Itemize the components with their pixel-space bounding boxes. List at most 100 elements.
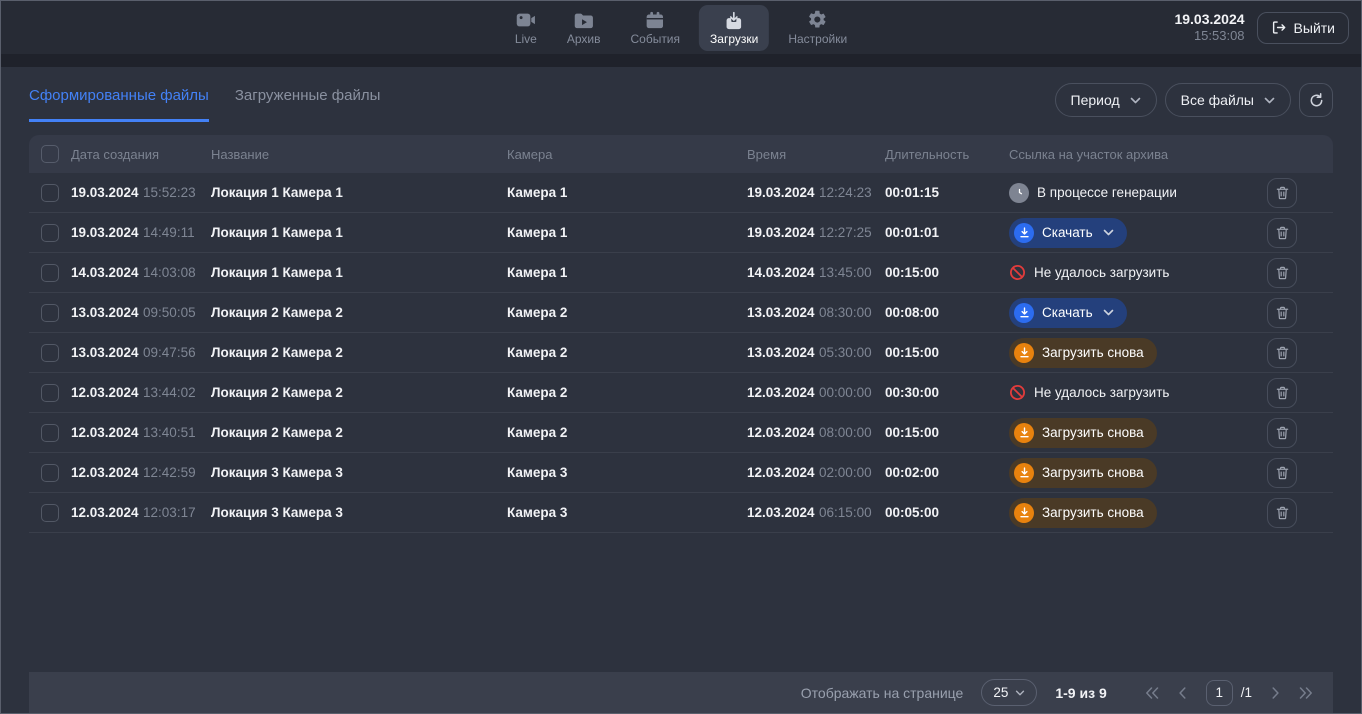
status-label: Не удалось загрузить <box>1034 265 1169 280</box>
refresh-button[interactable] <box>1299 83 1333 117</box>
table-header-row: Дата создания Название Камера Время Длит… <box>29 135 1333 173</box>
trash-icon <box>1275 385 1290 401</box>
created-cell: 13.03.2024 09:47:56 <box>71 344 211 362</box>
delete-button[interactable] <box>1267 498 1297 528</box>
trash-icon <box>1275 465 1290 481</box>
retry-download-button[interactable]: Загрузить снова <box>1009 458 1157 488</box>
table-row: 12.03.2024 13:40:51Локация 2 Камера 2Кам… <box>29 413 1333 453</box>
clock: 19.03.2024 15:53:08 <box>1174 11 1244 45</box>
nav-item-events[interactable]: События <box>619 5 691 51</box>
row-checkbox[interactable] <box>41 224 59 242</box>
row-checkbox[interactable] <box>41 424 59 442</box>
retry-download-button[interactable]: Загрузить снова <box>1009 498 1157 528</box>
archive-link-cell: Не удалось загрузить <box>1009 264 1263 281</box>
row-checkbox[interactable] <box>41 464 59 482</box>
time-cell: 19.03.2024 12:24:23 <box>747 184 885 202</box>
delete-button[interactable] <box>1267 458 1297 488</box>
duration-cell: 00:05:00 <box>885 505 1009 520</box>
delete-button[interactable] <box>1267 338 1297 368</box>
nav-item-live[interactable]: Live <box>504 5 548 51</box>
file-name-cell: Локация 1 Камера 1 <box>211 265 507 280</box>
current-date: 19.03.2024 <box>1174 11 1244 29</box>
current-page-input[interactable]: 1 <box>1206 680 1233 706</box>
delete-button[interactable] <box>1267 178 1297 208</box>
row-checkbox[interactable] <box>41 304 59 322</box>
time-cell: 13.03.2024 08:30:00 <box>747 304 885 322</box>
tab-generated-files[interactable]: Сформированные файлы <box>29 83 209 122</box>
archive-link-cell: Загрузить снова <box>1009 458 1263 488</box>
delete-button[interactable] <box>1267 298 1297 328</box>
archive-link-cell: Загрузить снова <box>1009 498 1263 528</box>
file-name-cell: Локация 1 Камера 1 <box>211 225 507 240</box>
period-filter-button[interactable]: Период <box>1055 83 1157 117</box>
file-name-cell: Локация 3 Камера 3 <box>211 505 507 520</box>
first-page-button[interactable] <box>1145 687 1159 699</box>
delete-button[interactable] <box>1267 218 1297 248</box>
table-body: 19.03.2024 15:52:23Локация 1 Камера 1Кам… <box>29 173 1333 533</box>
row-checkbox[interactable] <box>41 264 59 282</box>
created-cell: 12.03.2024 12:03:17 <box>71 504 211 522</box>
nav-item-settings[interactable]: Настройки <box>777 4 858 51</box>
nav-item-label: Live <box>515 32 537 46</box>
row-checkbox[interactable] <box>41 344 59 362</box>
download-icon <box>1014 343 1034 363</box>
status-failed: Не удалось загрузить <box>1009 384 1263 401</box>
table-row: 13.03.2024 09:47:56Локация 2 Камера 2Кам… <box>29 333 1333 373</box>
trash-icon <box>1275 185 1290 201</box>
file-name-cell: Локация 1 Камера 1 <box>211 185 507 200</box>
last-page-button[interactable] <box>1299 687 1313 699</box>
camera-cell: Камера 3 <box>507 465 747 480</box>
archive-icon <box>573 10 595 30</box>
camera-cell: Камера 3 <box>507 505 747 520</box>
column-header-name: Название <box>211 147 507 162</box>
status-label: В процессе генерации <box>1037 185 1177 200</box>
table-row: 14.03.2024 14:03:08Локация 1 Камера 1Кам… <box>29 253 1333 293</box>
chevron-down-icon <box>1103 309 1114 316</box>
archive-link-cell: Загрузить снова <box>1009 338 1263 368</box>
created-cell: 12.03.2024 13:40:51 <box>71 424 211 442</box>
delete-button[interactable] <box>1267 258 1297 288</box>
nav-item-label: Загрузки <box>710 32 758 46</box>
trash-icon <box>1275 345 1290 361</box>
delete-button[interactable] <box>1267 418 1297 448</box>
rows-range-label: 1-9 из 9 <box>1055 685 1106 701</box>
next-page-button[interactable] <box>1269 687 1282 699</box>
tabs: Сформированные файлы Загруженные файлы <box>29 83 406 122</box>
table-row: 19.03.2024 15:52:23Локация 1 Камера 1Кам… <box>29 173 1333 213</box>
row-checkbox[interactable] <box>41 504 59 522</box>
per-page-select[interactable]: 25 <box>981 679 1037 706</box>
file-type-filter-button[interactable]: Все файлы <box>1165 83 1291 117</box>
clock-icon <box>1009 183 1029 203</box>
nav-item-archive[interactable]: Архив <box>556 5 612 51</box>
status-failed: Не удалось загрузить <box>1009 264 1263 281</box>
select-all-checkbox[interactable] <box>41 145 59 163</box>
duration-cell: 00:15:00 <box>885 265 1009 280</box>
file-name-cell: Локация 2 Камера 2 <box>211 345 507 360</box>
camera-cell: Камера 1 <box>507 225 747 240</box>
status-label: Не удалось загрузить <box>1034 385 1169 400</box>
created-cell: 12.03.2024 12:42:59 <box>71 464 211 482</box>
main-content: Сформированные файлы Загруженные файлы Пе… <box>1 83 1361 533</box>
archive-link-cell: Загрузить снова <box>1009 418 1263 448</box>
gear-icon <box>807 9 828 30</box>
time-cell: 12.03.2024 08:00:00 <box>747 424 885 442</box>
created-cell: 19.03.2024 15:52:23 <box>71 184 211 202</box>
camera-cell: Камера 1 <box>507 185 747 200</box>
retry-download-button[interactable]: Загрузить снова <box>1009 418 1157 448</box>
download-icon <box>1014 223 1034 243</box>
logout-button[interactable]: Выйти <box>1257 12 1349 44</box>
column-header-camera: Камера <box>507 147 747 162</box>
column-header-created: Дата создания <box>71 147 211 162</box>
total-pages-label: /1 <box>1241 685 1252 700</box>
prev-page-button[interactable] <box>1176 687 1189 699</box>
row-checkbox[interactable] <box>41 384 59 402</box>
row-checkbox[interactable] <box>41 184 59 202</box>
download-button[interactable]: Скачать <box>1009 298 1127 328</box>
trash-icon <box>1275 305 1290 321</box>
nav-item-downloads[interactable]: Загрузки <box>699 5 769 51</box>
tab-uploaded-files[interactable]: Загруженные файлы <box>235 83 381 122</box>
delete-button[interactable] <box>1267 378 1297 408</box>
current-time: 15:53:08 <box>1174 28 1244 44</box>
retry-download-button[interactable]: Загрузить снова <box>1009 338 1157 368</box>
download-button[interactable]: Скачать <box>1009 218 1127 248</box>
